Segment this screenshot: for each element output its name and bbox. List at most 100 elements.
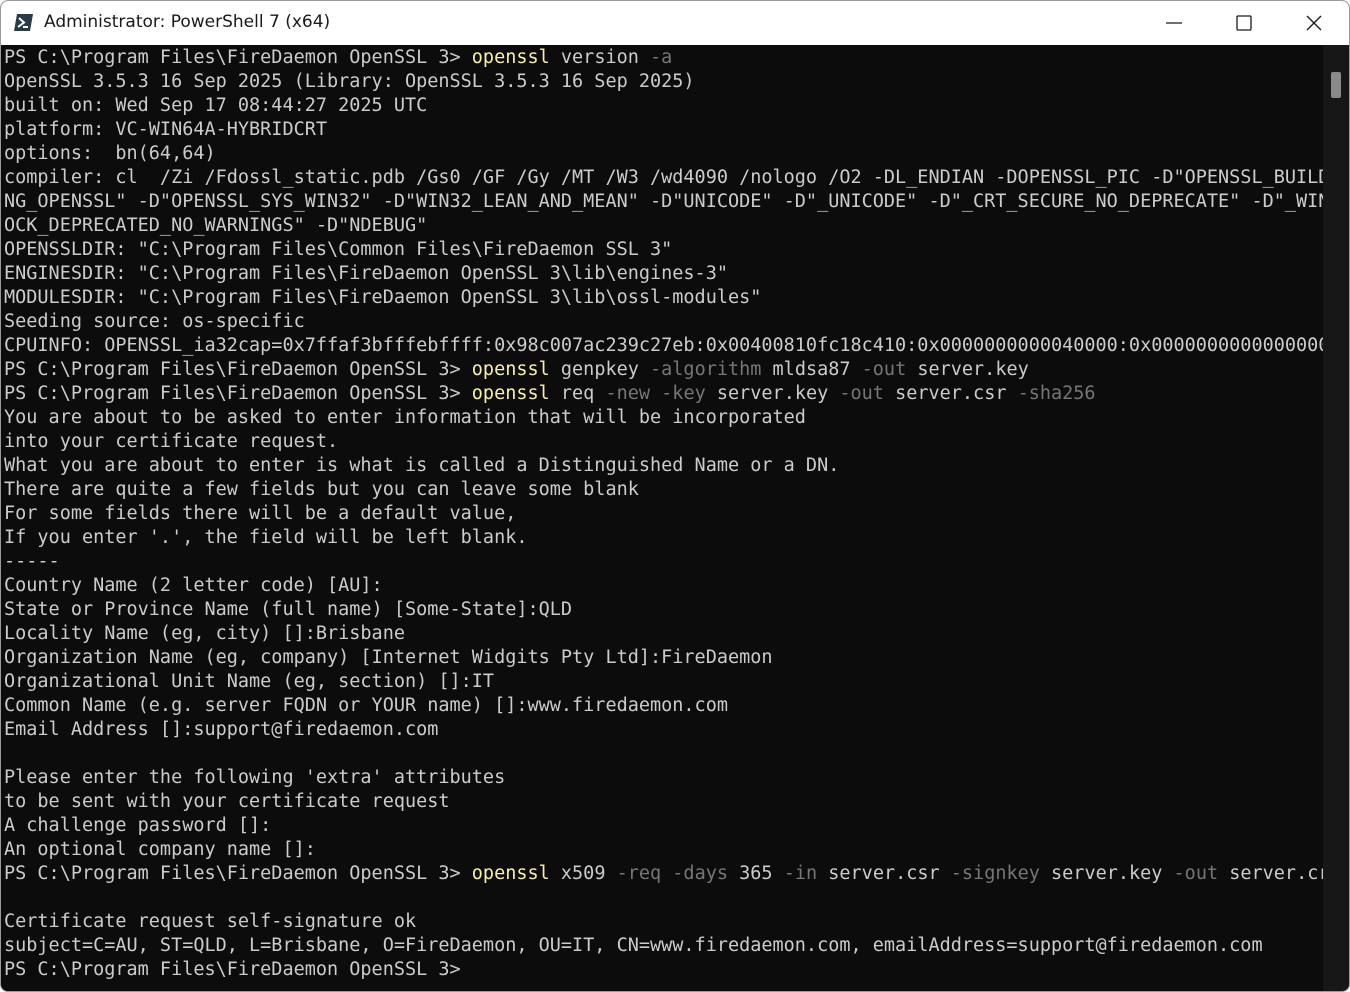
text-token: platform: VC-WIN64A-HYBRIDCRT <box>4 119 328 140</box>
parameter-token: -in <box>783 863 818 884</box>
text-token: Certificate request self-signature ok <box>4 911 417 932</box>
terminal-line: options: bn(64,64) <box>4 142 1323 166</box>
text-token: built on: Wed Sep 17 08:44:27 2025 UTC <box>4 95 428 116</box>
terminal-line: An optional company name []: <box>4 838 1323 862</box>
text-token: version <box>549 47 651 68</box>
parameter-token: -out <box>861 359 907 380</box>
command-token: openssl <box>471 359 550 380</box>
text-token: PS C:\Program Files\FireDaemon OpenSSL 3… <box>4 383 472 404</box>
terminal-line: compiler: cl /Zi /Fdossl_static.pdb /Gs0… <box>4 166 1323 190</box>
close-button[interactable] <box>1279 1 1349 45</box>
text-token: server.csr <box>817 863 951 884</box>
text-token: server.key <box>906 359 1029 380</box>
text-token: PS C:\Program Files\FireDaemon OpenSSL 3… <box>4 959 472 980</box>
window-title: Administrator: PowerShell 7 (x64) <box>44 12 331 32</box>
title-bar[interactable]: Administrator: PowerShell 7 (x64) <box>1 1 1349 45</box>
text-token: PS C:\Program Files\FireDaemon OpenSSL 3… <box>4 863 472 884</box>
command-token: openssl <box>471 863 550 884</box>
terminal-line: ENGINESDIR: "C:\Program Files\FireDaemon… <box>4 262 1323 286</box>
text-token: An optional company name []: <box>4 839 316 860</box>
text-token: OCK_DEPRECATED_NO_WARNINGS" -D"NDEBUG" <box>4 215 428 236</box>
terminal-line: Certificate request self-signature ok <box>4 910 1323 934</box>
terminal-line: PS C:\Program Files\FireDaemon OpenSSL 3… <box>4 358 1323 382</box>
text-token: You are about to be asked to enter infor… <box>4 407 806 428</box>
text-token: x509 <box>549 863 617 884</box>
text-token: Country Name (2 letter code) [AU]: <box>4 575 383 596</box>
terminal-line: A challenge password []: <box>4 814 1323 838</box>
terminal-line: Please enter the following 'extra' attri… <box>4 766 1323 790</box>
text-token: req <box>549 383 606 404</box>
text-token: server.key <box>705 383 840 404</box>
terminal-line: PS C:\Program Files\FireDaemon OpenSSL 3… <box>4 382 1323 406</box>
terminal-line: Organization Name (eg, company) [Interne… <box>4 646 1323 670</box>
terminal-output[interactable]: PS C:\Program Files\FireDaemon OpenSSL 3… <box>1 45 1323 991</box>
terminal-line: If you enter '.', the field will be left… <box>4 526 1323 550</box>
terminal-line: Locality Name (eg, city) []:Brisbane <box>4 622 1323 646</box>
text-token: NG_OPENSSL" -D"OPENSSL_SYS_WIN32" -D"WIN… <box>4 191 1323 212</box>
parameter-token: -a <box>650 47 673 68</box>
terminal-line: State or Province Name (full name) [Some… <box>4 598 1323 622</box>
text-token: into your certificate request. <box>4 431 339 452</box>
text-token: to be sent with your certificate request <box>4 791 450 812</box>
text-token: server.crt <box>1229 863 1323 884</box>
text-token: OPENSSLDIR: "C:\Program Files\Common Fil… <box>4 239 673 260</box>
minimize-icon <box>1166 22 1182 24</box>
parameter-token: -out <box>1173 863 1219 884</box>
parameter-token: -key <box>661 383 706 404</box>
text-token: State or Province Name (full name) [Some… <box>4 599 573 620</box>
close-icon <box>1306 15 1322 31</box>
text-token: compiler: cl /Zi /Fdossl_static.pdb /Gs0… <box>4 167 1323 188</box>
text-token: A challenge password []: <box>4 815 272 836</box>
text-token: There are quite a few fields but you can… <box>4 479 639 500</box>
text-token: OpenSSL 3.5.3 16 Sep 2025 (Library: Open… <box>4 71 695 92</box>
text-token: Seeding source: os-specific <box>4 311 305 332</box>
terminal-line: PS C:\Program Files\FireDaemon OpenSSL 3… <box>4 46 1323 70</box>
terminal-line: Email Address []:support@firedaemon.com <box>4 718 1323 742</box>
maximize-button[interactable] <box>1209 1 1279 45</box>
text-token: Please enter the following 'extra' attri… <box>4 767 506 788</box>
terminal-line: subject=C=AU, ST=QLD, L=Brisbane, O=Fire… <box>4 934 1323 958</box>
parameter-token: -days <box>672 863 728 884</box>
terminal-line: NG_OPENSSL" -D"OPENSSL_SYS_WIN32" -D"WIN… <box>4 190 1323 214</box>
text-token: CPUINFO: OPENSSL_ia32cap=0x7ffaf3bfffebf… <box>4 335 1323 356</box>
text-token: ENGINESDIR: "C:\Program Files\FireDaemon… <box>4 263 728 284</box>
terminal-line: OCK_DEPRECATED_NO_WARNINGS" -D"NDEBUG" <box>4 214 1323 238</box>
parameter-token: -sha256 <box>1017 383 1096 404</box>
scrollbar-thumb[interactable] <box>1331 72 1341 98</box>
minimize-button[interactable] <box>1139 1 1209 45</box>
text-token: genpkey <box>549 359 651 380</box>
terminal-line: to be sent with your certificate request <box>4 790 1323 814</box>
text-token: Common Name (e.g. server FQDN or YOUR na… <box>4 695 728 716</box>
terminal-line: MODULESDIR: "C:\Program Files\FireDaemon… <box>4 286 1323 310</box>
terminal-line: CPUINFO: OPENSSL_ia32cap=0x7ffaf3bfffebf… <box>4 334 1323 358</box>
text-token: mldsa87 <box>761 359 862 380</box>
terminal-line: OpenSSL 3.5.3 16 Sep 2025 (Library: Open… <box>4 70 1323 94</box>
text-token: 365 <box>728 863 784 884</box>
text-token: For some fields there will be a default … <box>4 503 517 524</box>
terminal-line: platform: VC-WIN64A-HYBRIDCRT <box>4 118 1323 142</box>
maximize-icon <box>1236 15 1252 31</box>
text-token: Organization Name (eg, company) [Interne… <box>4 647 773 668</box>
parameter-token: -new <box>605 383 651 404</box>
parameter-token: -out <box>839 383 884 404</box>
terminal-line: There are quite a few fields but you can… <box>4 478 1323 502</box>
text-token: ----- <box>4 551 60 572</box>
parameter-token: -signkey <box>950 863 1040 884</box>
terminal-line: For some fields there will be a default … <box>4 502 1323 526</box>
text-token: Organizational Unit Name (eg, section) [… <box>4 671 495 692</box>
text-token: Locality Name (eg, city) []:Brisbane <box>4 623 405 644</box>
terminal-line: Seeding source: os-specific <box>4 310 1323 334</box>
vertical-scrollbar[interactable] <box>1323 45 1349 991</box>
parameter-token: -algorithm <box>650 359 762 380</box>
terminal-line: OPENSSLDIR: "C:\Program Files\Common Fil… <box>4 238 1323 262</box>
text-token: If you enter '.', the field will be left… <box>4 527 528 548</box>
terminal-line: You are about to be asked to enter infor… <box>4 406 1323 430</box>
terminal-lines: PS C:\Program Files\FireDaemon OpenSSL 3… <box>4 46 1323 982</box>
parameter-token: -req <box>616 863 662 884</box>
text-token: What you are about to enter is what is c… <box>4 455 840 476</box>
powershell-icon <box>14 14 33 31</box>
